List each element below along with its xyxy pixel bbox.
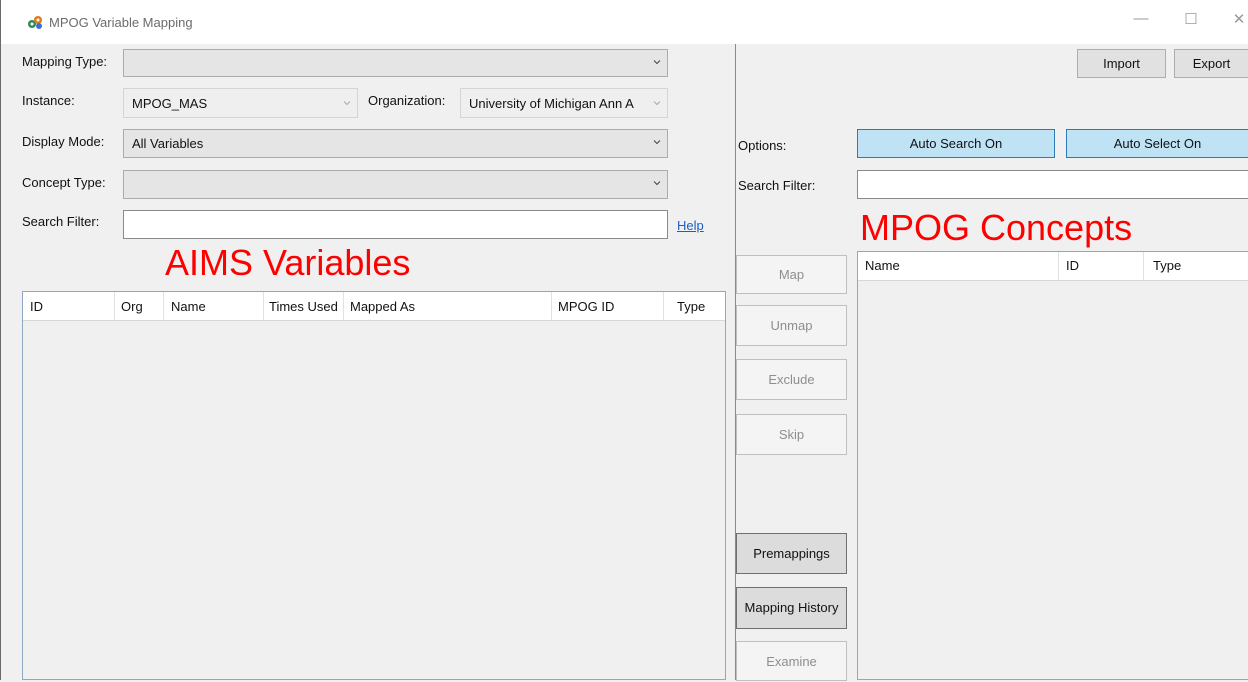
auto-select-toggle[interactable]: Auto Select On (1066, 129, 1248, 158)
column-divider (1058, 252, 1059, 280)
auto-search-toggle[interactable]: Auto Search On (857, 129, 1055, 158)
search-filter-input[interactable] (123, 210, 668, 239)
display-mode-label: Display Mode: (22, 134, 105, 149)
column-divider (663, 292, 664, 320)
column-header-times-used[interactable]: Times Used (269, 299, 338, 314)
display-mode-value: All Variables (132, 136, 204, 151)
organization-label: Organization: (368, 93, 446, 108)
mapping-type-label: Mapping Type: (22, 54, 108, 69)
column-header-mpog-id[interactable]: MPOG ID (558, 299, 614, 314)
column-header-name[interactable]: Name (865, 258, 900, 273)
column-divider (163, 292, 164, 320)
unmap-button[interactable]: Unmap (736, 305, 847, 346)
chevron-down-icon (653, 101, 661, 106)
examine-button[interactable]: Examine (736, 641, 847, 681)
column-divider (114, 292, 115, 320)
concept-search-filter-label: Search Filter: (738, 178, 816, 193)
column-divider (263, 292, 264, 320)
close-button[interactable]: ✕ (1229, 10, 1248, 28)
column-header-org[interactable]: Org (121, 299, 143, 314)
column-header-type[interactable]: Type (677, 299, 705, 314)
exclude-button[interactable]: Exclude (736, 359, 847, 400)
column-header-mapped-as[interactable]: Mapped As (350, 299, 415, 314)
mapping-type-dropdown[interactable] (123, 49, 668, 77)
organization-value: University of Michigan Ann A (469, 96, 634, 111)
table-header: Name ID Type (858, 252, 1248, 281)
premappings-button[interactable]: Premappings (736, 533, 847, 574)
instance-value: MPOG_MAS (132, 96, 208, 111)
concept-search-filter-input[interactable] (857, 170, 1248, 199)
help-link[interactable]: Help (677, 218, 704, 233)
column-header-id[interactable]: ID (1066, 258, 1079, 273)
column-header-type[interactable]: Type (1153, 258, 1181, 273)
column-header-id[interactable]: ID (30, 299, 43, 314)
import-button[interactable]: Import (1077, 49, 1166, 78)
display-mode-dropdown[interactable]: All Variables (123, 129, 668, 158)
aims-variables-table[interactable]: ID Org Name Times Used Mapped As MPOG ID… (22, 291, 726, 680)
window-title: MPOG Variable Mapping (49, 15, 193, 30)
chevron-down-icon (343, 101, 351, 106)
column-divider (551, 292, 552, 320)
skip-button[interactable]: Skip (736, 414, 847, 455)
table-header: ID Org Name Times Used Mapped As MPOG ID… (23, 292, 725, 321)
map-button[interactable]: Map (736, 255, 847, 294)
export-button[interactable]: Export (1174, 49, 1248, 78)
instance-label: Instance: (22, 93, 75, 108)
column-header-name[interactable]: Name (171, 299, 206, 314)
mpog-concepts-heading: MPOG Concepts (860, 207, 1133, 248)
window-left-edge (0, 44, 1, 680)
chevron-down-icon (653, 140, 661, 145)
column-divider (1143, 252, 1144, 280)
chevron-down-icon (653, 181, 661, 186)
app-icon (28, 16, 42, 29)
title-bar: MPOG Variable Mapping — ☐ ✕ (0, 0, 1248, 44)
options-label: Options: (738, 138, 787, 153)
mpog-concepts-table[interactable]: Name ID Type (857, 251, 1248, 680)
search-filter-label: Search Filter: (22, 214, 100, 229)
organization-dropdown[interactable]: University of Michigan Ann A (460, 88, 668, 118)
concept-type-label: Concept Type: (22, 175, 106, 190)
concept-type-dropdown[interactable] (123, 170, 668, 199)
aims-variables-heading: AIMS Variables (165, 242, 411, 283)
mapping-history-button[interactable]: Mapping History (736, 587, 847, 629)
chevron-down-icon (653, 60, 661, 65)
instance-dropdown[interactable]: MPOG_MAS (123, 88, 358, 118)
maximize-button[interactable]: ☐ (1181, 10, 1201, 28)
column-divider (343, 292, 344, 320)
minimize-button[interactable]: — (1131, 10, 1151, 27)
